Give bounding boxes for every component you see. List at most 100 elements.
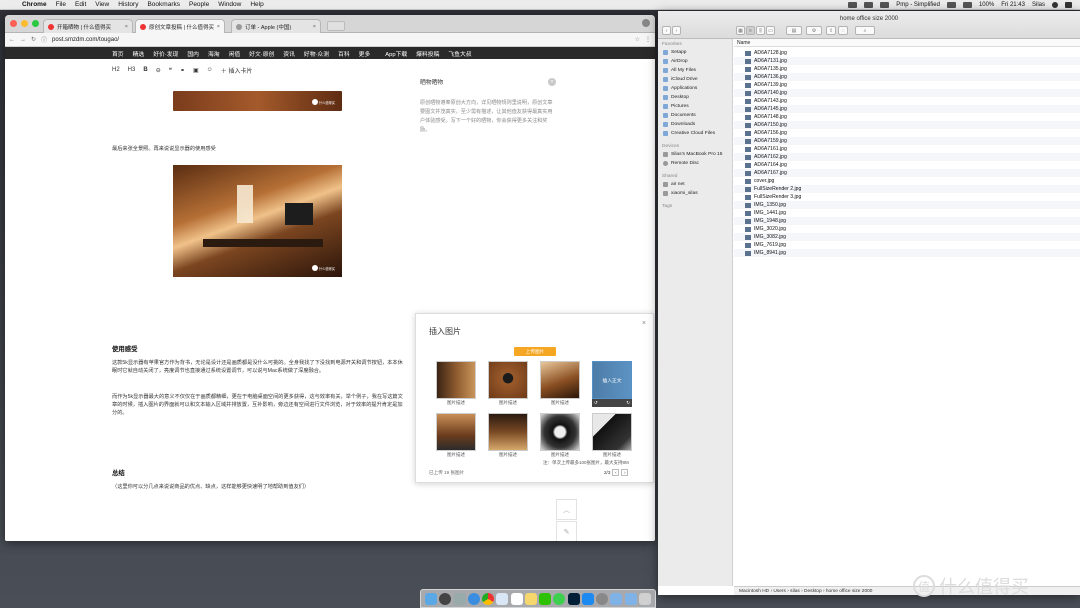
- image-thumbnail[interactable]: 图片描述: [436, 413, 476, 460]
- tab-kaixiang[interactable]: 开箱晒物 | 什么值得买 ×: [43, 19, 133, 33]
- nav-item[interactable]: 百科: [338, 49, 350, 58]
- file-row[interactable]: FullSizeRender 2.jpg: [734, 185, 1080, 193]
- status-icon[interactable]: [848, 1, 858, 8]
- quote-button[interactable]: ❝: [169, 67, 172, 74]
- safari-icon[interactable]: [467, 592, 480, 605]
- file-row[interactable]: AD6A7164.jpg: [734, 161, 1080, 169]
- reload-icon[interactable]: ↻: [31, 36, 36, 43]
- file-row[interactable]: AD6A7128.jpg: [734, 49, 1080, 57]
- sidebar-item-all-my-files[interactable]: All My Files: [663, 68, 696, 73]
- chrome-menu-icon[interactable]: ⋮: [645, 36, 651, 43]
- close-icon[interactable]: ×: [548, 77, 556, 86]
- file-row[interactable]: AD6A7136.jpg: [734, 73, 1080, 81]
- sidebar-item-airdrop[interactable]: AirDrop: [663, 59, 688, 64]
- nav-item[interactable]: 爆料投稿: [416, 49, 439, 58]
- page-info-icon[interactable]: ⓘ: [41, 35, 47, 44]
- section-title[interactable]: 使用感受: [112, 345, 138, 355]
- nav-item[interactable]: 海淘: [208, 49, 220, 58]
- sidebar-item-creative-cloud[interactable]: Creative Cloud Files: [663, 131, 715, 136]
- image-caption[interactable]: 图片描述: [436, 452, 476, 458]
- nav-item[interactable]: 资讯: [283, 49, 295, 58]
- file-row[interactable]: AD6A7167.jpg: [734, 169, 1080, 177]
- sidebar-item-desktop[interactable]: Desktop: [663, 95, 689, 100]
- url-field[interactable]: post.smzdm.com/tougao/: [52, 37, 119, 43]
- insert-to-body-button[interactable]: 插入正文: [592, 361, 632, 399]
- action-gear-icon[interactable]: ⚙: [806, 26, 822, 35]
- image-thumbnail[interactable]: 图片描述: [592, 413, 632, 460]
- zoom-window-icon[interactable]: [32, 20, 39, 27]
- image-icon[interactable]: ▣: [193, 67, 199, 74]
- tag-icon[interactable]: ◌: [838, 26, 848, 35]
- nav-item[interactable]: 好文·原创: [249, 49, 274, 58]
- back-icon[interactable]: ‹: [662, 26, 671, 35]
- close-window-icon[interactable]: [10, 20, 17, 27]
- file-row[interactable]: AD6A7156.jpg: [734, 129, 1080, 137]
- tab-apple-order[interactable]: 订单 - Apple (中国) ×: [231, 19, 321, 33]
- icon-view-icon[interactable]: ▦: [736, 26, 745, 35]
- menu-app-chrome[interactable]: Chrome: [22, 1, 47, 8]
- status-icon[interactable]: [864, 1, 874, 8]
- sidebar-item-pictures[interactable]: Pictures: [663, 104, 689, 109]
- user-name[interactable]: Silas: [1032, 2, 1045, 8]
- file-row[interactable]: AD6A7162.jpg: [734, 153, 1080, 161]
- back-to-top-button[interactable]: ︿: [556, 499, 577, 520]
- share-icon[interactable]: ⇪: [826, 26, 836, 35]
- forward-icon[interactable]: →: [20, 37, 26, 43]
- next-page-button[interactable]: ›: [621, 469, 629, 476]
- finder-icon[interactable]: [425, 592, 438, 605]
- file-row[interactable]: AD6A7150.jpg: [734, 121, 1080, 129]
- column-view-icon[interactable]: ⫼: [756, 26, 765, 35]
- list-view-icon[interactable]: ≡: [746, 26, 755, 35]
- image-caption[interactable]: 图片描述: [488, 452, 528, 458]
- upload-image-button[interactable]: 上传图片: [514, 347, 556, 356]
- nav-item-user[interactable]: 飞鱼大叔: [448, 49, 471, 58]
- file-row[interactable]: AD6A7139.jpg: [734, 81, 1080, 89]
- file-row[interactable]: AD6A7161.jpg: [734, 145, 1080, 153]
- image-caption[interactable]: 图片描述: [592, 452, 632, 458]
- close-tab-icon[interactable]: ×: [217, 24, 220, 30]
- menu-view[interactable]: View: [95, 1, 109, 8]
- nav-item[interactable]: 精选: [133, 49, 145, 58]
- menu-history[interactable]: History: [118, 1, 138, 8]
- bold-button[interactable]: B: [143, 67, 147, 73]
- sidebar-item-icloud-drive[interactable]: iCloud Drive: [663, 77, 698, 82]
- section-title[interactable]: 总结: [112, 469, 125, 479]
- sidebar-item-documents[interactable]: Documents: [663, 113, 696, 118]
- rotate-right-icon[interactable]: ↻: [626, 400, 630, 406]
- status-icon[interactable]: [880, 1, 890, 8]
- nav-item-app[interactable]: App下载: [385, 49, 407, 58]
- status-extra-text[interactable]: Pmp - Simplified: [896, 2, 940, 8]
- minimize-window-icon[interactable]: [21, 20, 28, 27]
- wechat-icon[interactable]: [539, 592, 552, 605]
- image-caption[interactable]: 图片描述: [540, 400, 580, 406]
- chrome-icon[interactable]: [482, 592, 495, 605]
- file-row[interactable]: IMG_1350.jpg: [734, 201, 1080, 209]
- sidebar-item-applications[interactable]: Applications: [663, 86, 697, 91]
- image-thumbnail[interactable]: 图片描述: [540, 361, 580, 408]
- menu-people[interactable]: People: [189, 1, 209, 8]
- close-tab-icon[interactable]: ×: [313, 24, 316, 30]
- bookmark-star-icon[interactable]: ☆: [635, 36, 640, 43]
- forward-icon[interactable]: ›: [672, 26, 681, 35]
- notification-center-icon[interactable]: [1065, 1, 1072, 8]
- file-row[interactable]: AD6A7145.jpg: [734, 105, 1080, 113]
- menu-edit[interactable]: Edit: [75, 1, 86, 8]
- arrange-icon[interactable]: ▤: [786, 26, 802, 35]
- rotate-left-icon[interactable]: ↺: [594, 400, 598, 406]
- sidebar-item-setapp[interactable]: Setapp: [663, 50, 687, 55]
- file-row[interactable]: IMG_3020.jpg: [734, 225, 1080, 233]
- battery-percent[interactable]: 100%: [979, 2, 994, 8]
- file-row[interactable]: IMG_8941.jpg: [734, 249, 1080, 257]
- menu-help[interactable]: Help: [250, 1, 263, 8]
- file-row[interactable]: IMG_1441.jpg: [734, 209, 1080, 217]
- caption-paragraph[interactable]: 最后来张全景照。再来说说显示器的使用感受: [112, 145, 412, 153]
- file-row[interactable]: IMG_1948.jpg: [734, 217, 1080, 225]
- image-caption[interactable]: 图片描述: [540, 452, 580, 458]
- nav-item[interactable]: 首页: [112, 49, 124, 58]
- clock[interactable]: Fri 21:43: [1001, 2, 1025, 8]
- edit-float-button[interactable]: ✎: [556, 521, 577, 541]
- system-preferences-icon[interactable]: [596, 592, 609, 605]
- close-icon[interactable]: ×: [642, 320, 646, 327]
- profile-icon[interactable]: [642, 19, 650, 27]
- file-row[interactable]: AD6A7143.jpg: [734, 97, 1080, 105]
